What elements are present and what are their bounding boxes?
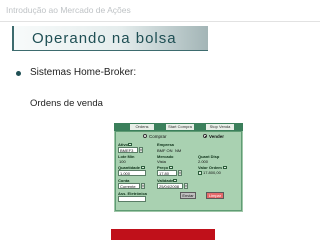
order-form: Comprar Vender Ativo BMEF3 ▾ Empresa BMF… [115, 131, 242, 211]
sell-label: Vender [209, 133, 225, 139]
header-divider [0, 21, 320, 22]
buy-radio[interactable] [143, 134, 147, 138]
footer-accent-bar [111, 229, 215, 240]
preco-dropdown-icon[interactable]: ▾ [178, 170, 182, 176]
conta-dropdown-icon[interactable]: ▾ [141, 183, 145, 189]
title-band-edge [12, 26, 14, 51]
title-band-underline [12, 50, 208, 51]
slide-title: Operando na bolsa [32, 30, 177, 47]
empresa-value: BMF ON [157, 147, 173, 153]
ativo-input[interactable]: BMEF3 [118, 147, 138, 153]
ativo-help-icon[interactable] [128, 142, 132, 146]
tab-ordens[interactable]: Ordens [130, 124, 154, 130]
buy-label: Comprar [149, 133, 167, 139]
valor-value: 17.800,00 [203, 170, 221, 175]
ass-input[interactable] [118, 196, 146, 202]
conta-select[interactable]: Corrente [118, 183, 140, 189]
quant-disp-value: 2.000 [198, 159, 209, 164]
header-bar: Introdução ao Mercado de Ações [0, 0, 320, 21]
lote-value: 100 [119, 159, 126, 164]
clear-button[interactable]: Limpar [206, 192, 224, 199]
validade-input[interactable]: 25/04/2008 [157, 183, 183, 189]
widget-tab-bar: Ordens Start Compra Stop Venda [114, 123, 243, 131]
tab-start-compra[interactable]: Start Compra [166, 124, 194, 130]
quantidade-input[interactable]: 1.000 [118, 170, 146, 176]
bullet-text: Sistemas Home-Broker: [30, 67, 137, 78]
preco-help-icon[interactable] [169, 165, 173, 169]
valor-help-icon[interactable] [223, 165, 227, 169]
validade-help-icon[interactable] [173, 178, 177, 182]
header-title: Introdução ao Mercado de Ações [6, 5, 131, 15]
bullet-icon [16, 71, 21, 76]
empresa-type: NM [175, 147, 182, 153]
ativo-dropdown-icon[interactable]: ▾ [139, 147, 143, 153]
quantidade-help-icon[interactable] [141, 165, 145, 169]
preco-input[interactable]: 17,80 [157, 170, 177, 176]
validade-dropdown-icon[interactable]: ▾ [184, 183, 188, 189]
mercado-value: Vista [157, 159, 166, 164]
empresa-label: Empresa [157, 142, 174, 147]
subtitle-text: Ordens de venda [30, 98, 103, 109]
tab-stop-venda[interactable]: Stop Venda [206, 124, 234, 130]
send-button[interactable]: Enviar [180, 192, 196, 199]
sell-radio[interactable] [203, 134, 207, 138]
valor-checkbox[interactable] [198, 171, 202, 175]
home-broker-widget: Ordens Start Compra Stop Venda Comprar V… [114, 123, 243, 212]
